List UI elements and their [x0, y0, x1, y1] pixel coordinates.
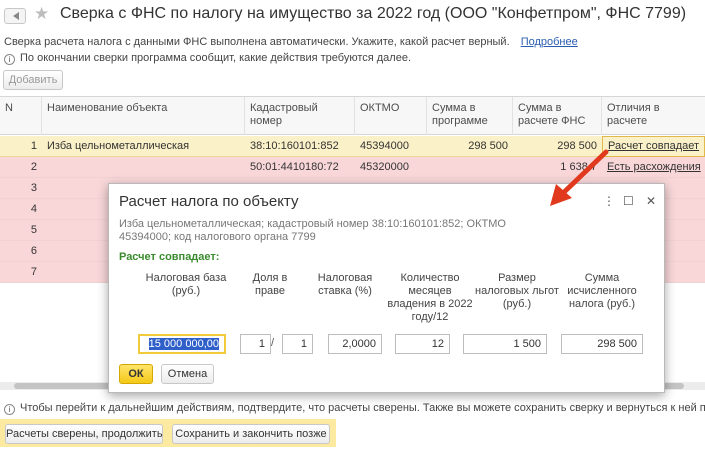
tax-base-value: 15 000 000,00 [148, 338, 219, 350]
cell-diff[interactable]: Расчет совпадает [602, 136, 705, 157]
restore-icon[interactable]: ☐ [623, 194, 634, 208]
col-oktmo[interactable]: ОКТМО [355, 97, 427, 135]
ok-button[interactable]: ОК [119, 364, 153, 384]
cell-cad: 50:01:4410180:72 [250, 161, 339, 173]
header-months: Количество месяцев владения в 2022 году/… [387, 272, 473, 323]
rate-field[interactable]: 2,0000 [328, 334, 382, 354]
notice-text: По окончании сверки программа сообщит, к… [20, 52, 411, 64]
back-arrow-icon[interactable] [4, 8, 26, 24]
benefits-field[interactable]: 1 500 [463, 334, 547, 354]
col-sum-fns[interactable]: Сумма в расчете ФНС [513, 97, 602, 135]
more-menu-icon[interactable]: ⋮ [603, 194, 615, 208]
tax-calculation-dialog: Расчет налога по объекту ⋮ ☐ ✕ Изба цель… [108, 183, 665, 393]
cell-n: 3 [30, 182, 37, 194]
footer-info: i Чтобы перейти к дальнейшим действиям, п… [4, 402, 705, 415]
cell-n: 4 [30, 203, 37, 215]
tax-base-field[interactable]: 15 000 000,00 [138, 334, 226, 354]
tax-sum-field[interactable]: 298 500 [561, 334, 643, 354]
cell-sum-fns: 298 500 [557, 140, 597, 152]
info-icon: i [4, 54, 15, 65]
header-rate: Налоговая ставка (%) [317, 272, 373, 297]
dialog-subtitle: Изба цельнометаллическая; кадастровый но… [119, 218, 506, 243]
cell-sum-prog: 298 500 [468, 140, 508, 152]
cell-oktmo: 45320000 [360, 161, 409, 173]
cell-n: 7 [30, 266, 37, 278]
favorite-star-icon[interactable]: ★ [34, 4, 49, 24]
share-denominator-field[interactable]: 1 [282, 334, 313, 354]
header-benefits: Размер налоговых льгот (руб.) [475, 272, 559, 310]
auto-check-info: Сверка расчета налога с данными ФНС выпо… [4, 36, 578, 48]
cell-name: Изба цельнометаллическая [47, 140, 190, 152]
col-cadastral[interactable]: Кадастровый номер [245, 97, 355, 135]
add-button[interactable]: Добавить [3, 70, 63, 90]
match-status: Расчет совпадает: [119, 251, 220, 263]
cell-diff[interactable]: Есть расхождения [602, 157, 705, 178]
header-tax-base: Налоговая база (руб.) [145, 272, 227, 297]
cell-sum-prog [427, 157, 513, 178]
cell-n: 6 [30, 245, 37, 257]
window-title: Сверка с ФНС по налогу на имущество за 2… [60, 5, 687, 22]
auto-check-text: Сверка расчета налога с данными ФНС выпо… [4, 36, 510, 48]
more-link[interactable]: Подробнее [521, 36, 578, 48]
table-row[interactable]: 1 Изба цельнометаллическая 38:10:160101:85… [0, 136, 705, 157]
col-name[interactable]: Наименование объекта [42, 97, 245, 135]
save-finish-later-button[interactable]: Сохранить и закончить позже [172, 424, 330, 444]
col-sum-program[interactable]: Сумма в программе [427, 97, 513, 135]
cell-cad: 38:10:160101:852 [250, 140, 339, 152]
title-bar: ★ Сверка с ФНС по налогу на имущество за… [0, 0, 705, 30]
cell-n: 1 [30, 140, 37, 152]
fraction-slash: / [271, 337, 275, 349]
dialog-title: Расчет налога по объекту [119, 193, 299, 210]
table-header: N Наименование объекта Кадастровый номер… [0, 97, 705, 135]
col-diff[interactable]: Отличия в расчете [602, 97, 705, 135]
notice-line: i По окончании сверки программа сообщит, … [4, 52, 411, 65]
cell-name [42, 157, 245, 178]
info-icon: i [4, 404, 15, 415]
table-row[interactable]: 2 50:01:4410180:72 45320000 1 638 7 Есть рас… [0, 157, 705, 178]
cell-n: 2 [30, 161, 37, 173]
close-icon[interactable]: ✕ [646, 194, 656, 208]
months-field[interactable]: 12 [395, 334, 450, 354]
col-n[interactable]: N [0, 97, 42, 135]
footer-info-text: Чтобы перейти к дальнейшим действиям, по… [20, 402, 705, 414]
share-numerator-field[interactable]: 1 [240, 334, 271, 354]
confirm-continue-button[interactable]: Расчеты сверены, продолжить [5, 424, 163, 444]
header-share: Доля в праве [252, 272, 288, 297]
cell-n: 5 [30, 224, 37, 236]
cell-oktmo: 45394000 [360, 140, 409, 152]
header-tax-sum: Сумма исчисленного налога (руб.) [567, 272, 637, 310]
cancel-button[interactable]: Отмена [161, 364, 214, 384]
cell-sum-fns: 1 638 7 [560, 161, 597, 173]
